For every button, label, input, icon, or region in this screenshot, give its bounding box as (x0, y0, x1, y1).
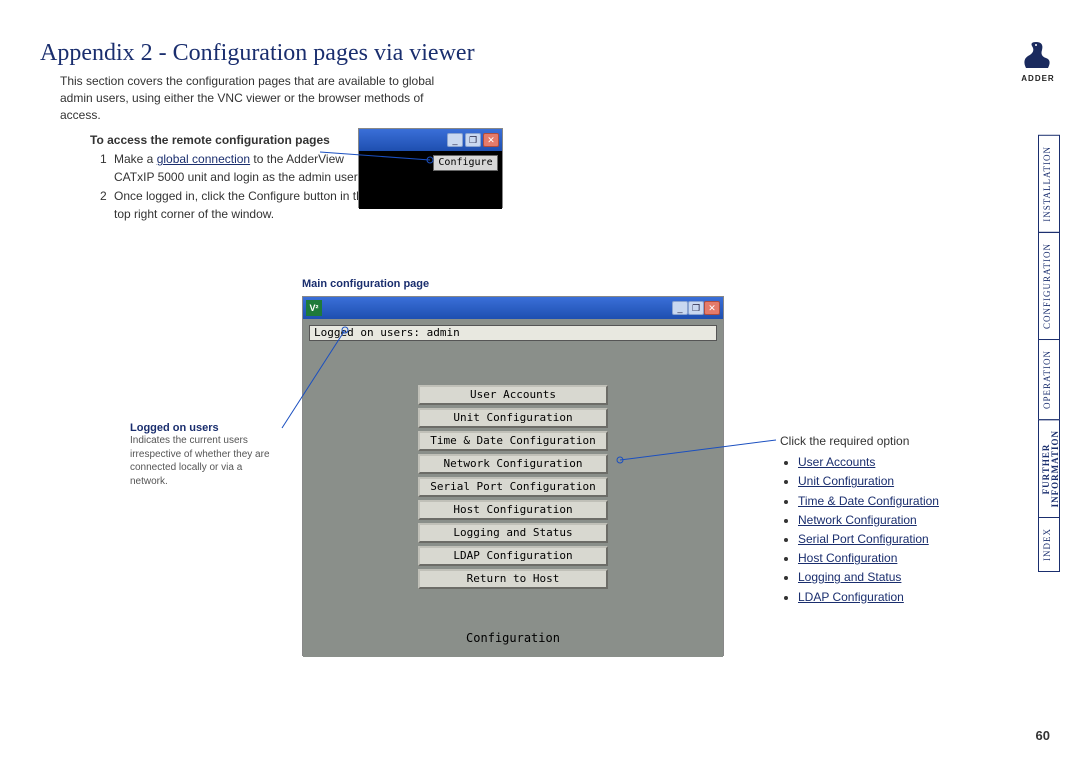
menu-ldap-configuration[interactable]: LDAP Configuration (418, 546, 608, 566)
steps-list: 1 Make a global connection to the AdderV… (100, 151, 380, 223)
screenshot-configure-corner: _ ❐ ✕ Configure (358, 128, 503, 208)
vnc-icon: V² (306, 300, 322, 316)
options-lead: Click the required option (780, 432, 939, 451)
minimize-icon: _ (447, 133, 463, 147)
intro-text: This section covers the configuration pa… (60, 73, 460, 123)
menu-return-to-host[interactable]: Return to Host (418, 569, 608, 589)
configuration-footer-label: Configuration (466, 631, 560, 645)
close-icon: ✕ (483, 133, 499, 147)
menu-unit-configuration[interactable]: Unit Configuration (418, 408, 608, 428)
tab-operation[interactable]: OPERATION (1038, 339, 1060, 420)
page-number: 60 (1036, 728, 1050, 743)
menu-serial-port-configuration[interactable]: Serial Port Configuration (418, 477, 608, 497)
tab-further-line2: INFORMATION (1050, 430, 1060, 507)
tab-further-information[interactable]: FURTHER INFORMATION (1038, 419, 1060, 518)
tab-index[interactable]: INDEX (1038, 517, 1060, 572)
close-icon: ✕ (704, 301, 720, 315)
opt-serial-port-configuration[interactable]: Serial Port Configuration (798, 532, 929, 546)
screenshot-main-config: V² _ ❐ ✕ Logged on users: admin User Acc… (302, 296, 724, 656)
configure-button[interactable]: Configure (433, 155, 498, 171)
minimize-icon: _ (672, 301, 688, 315)
page-title: Appendix 2 - Configuration pages via vie… (40, 40, 1080, 67)
maximize-icon: ❐ (688, 301, 704, 315)
opt-network-configuration[interactable]: Network Configuration (798, 513, 917, 527)
side-nav: INSTALLATION CONFIGURATION OPERATION FUR… (1038, 135, 1060, 571)
step-body: Make a global connection to the AdderVie… (114, 151, 380, 186)
opt-time-date-configuration[interactable]: Time & Date Configuration (798, 494, 939, 508)
menu-logging-and-status[interactable]: Logging and Status (418, 523, 608, 543)
opt-host-configuration[interactable]: Host Configuration (798, 551, 897, 565)
step-body: Once logged in, click the Configure butt… (114, 188, 380, 223)
opt-logging-and-status[interactable]: Logging and Status (798, 570, 901, 584)
step-number: 1 (100, 151, 114, 186)
logged-on-users-note: Logged on users Indicates the current us… (130, 422, 290, 488)
menu-host-configuration[interactable]: Host Configuration (418, 500, 608, 520)
global-connection-link[interactable]: global connection (157, 152, 250, 166)
tab-configuration[interactable]: CONFIGURATION (1038, 232, 1060, 340)
tab-installation[interactable]: INSTALLATION (1038, 135, 1060, 233)
window-titlebar: _ ❐ ✕ (359, 129, 502, 151)
snake-icon (1018, 40, 1058, 72)
menu-user-accounts[interactable]: User Accounts (418, 385, 608, 405)
access-heading: To access the remote configuration pages (90, 133, 1080, 147)
window-titlebar: V² _ ❐ ✕ (303, 297, 723, 319)
main-config-caption: Main configuration page (302, 278, 429, 290)
logged-on-users-bar: Logged on users: admin (309, 325, 717, 341)
adder-logo: ADDER (1016, 40, 1060, 83)
note-title: Logged on users (130, 422, 290, 434)
opt-user-accounts[interactable]: User Accounts (798, 455, 875, 469)
menu-network-configuration[interactable]: Network Configuration (418, 454, 608, 474)
logo-text: ADDER (1021, 74, 1054, 83)
opt-ldap-configuration[interactable]: LDAP Configuration (798, 590, 904, 604)
menu-time-date-configuration[interactable]: Time & Date Configuration (418, 431, 608, 451)
note-body: Indicates the current users irrespective… (130, 434, 280, 488)
step-number: 2 (100, 188, 114, 223)
click-required-option: Click the required option User Accounts … (780, 432, 939, 607)
opt-unit-configuration[interactable]: Unit Configuration (798, 474, 894, 488)
maximize-icon: ❐ (465, 133, 481, 147)
step1-pre: Make a (114, 152, 157, 166)
config-menu: User Accounts Unit Configuration Time & … (418, 385, 608, 589)
